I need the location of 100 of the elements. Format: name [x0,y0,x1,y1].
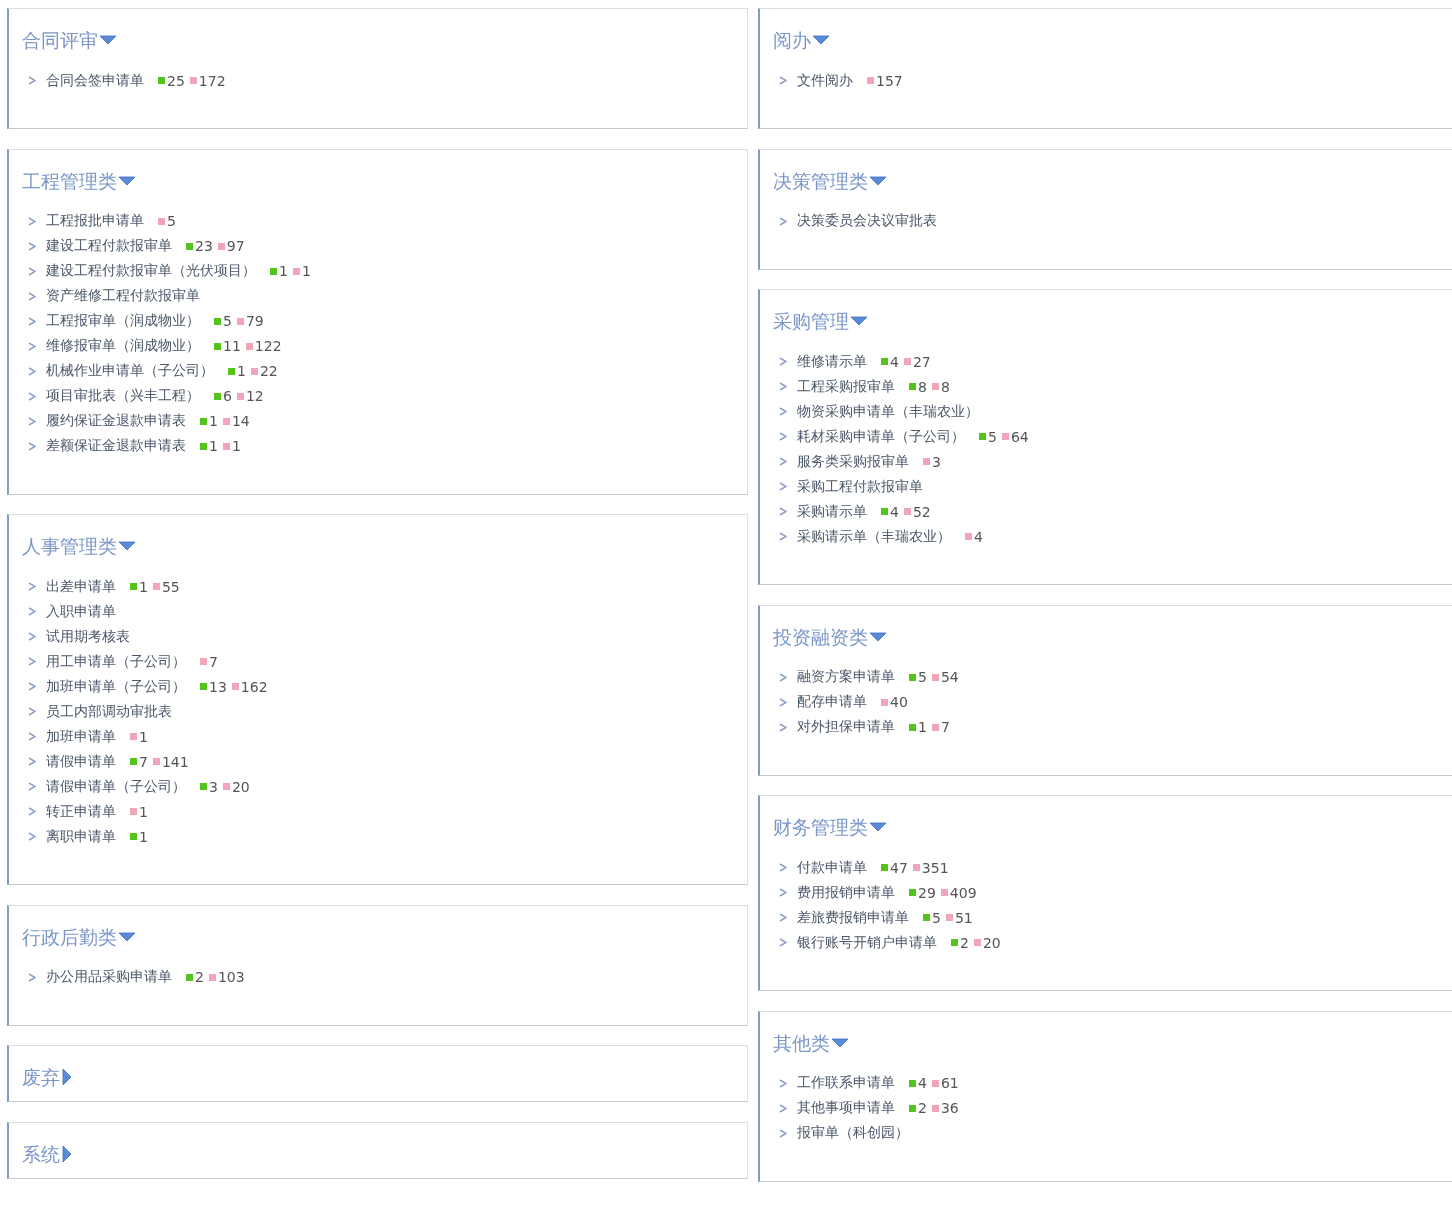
form-link[interactable]: 办公用品采购申请单 [46,968,172,986]
caret-right-icon[interactable] [62,1069,72,1085]
count-number: 12 [245,388,264,404]
chevron-right-icon [28,632,36,641]
chevron-right-icon [28,216,36,226]
count-number: 47 [890,859,908,876]
form-link[interactable]: 工程采购报审单 [797,377,895,396]
form-link[interactable]: 付款申请单 [797,858,867,877]
form-link[interactable]: 银行账号开销户申请单 [797,933,937,952]
caret-down-icon[interactable] [100,35,116,45]
form-link[interactable]: 员工内部调动审批表 [46,702,172,721]
form-link[interactable]: 采购请示单（丰瑞农业） [797,527,951,546]
count-number: 27 [912,353,931,370]
count-number: 2 [195,969,204,985]
form-link[interactable]: 服务类采购报审单 [797,452,909,471]
form-link[interactable]: 资产维修工程付款报审单 [46,287,200,305]
form-link[interactable]: 建设工程付款报审单 [46,237,172,255]
chevron-right-icon [779,938,787,947]
form-link[interactable]: 报审单（科创园） [797,1124,909,1142]
caret-down-icon[interactable] [119,175,135,186]
chevron-right-icon [28,441,36,451]
chevron-right-icon [28,416,36,426]
chevron-right-icon [28,832,36,841]
count-number: 52 [912,503,931,520]
count-number: 40 [890,694,908,710]
chevron-right-icon [28,682,36,691]
chevron-right-icon [28,582,36,591]
caret-right-icon[interactable] [62,1145,72,1162]
form-link[interactable]: 离职申请单 [46,827,116,846]
form-link[interactable]: 维修请示单 [797,352,867,371]
count-number: 4 [890,503,899,520]
count-number: 172 [198,72,226,89]
form-link[interactable]: 决策委员会决议审批表 [797,212,937,230]
count-number: 351 [921,859,949,876]
caret-down-icon[interactable] [119,541,135,551]
form-link[interactable]: 加班申请单 [46,727,116,746]
caret-down-icon[interactable] [119,931,135,942]
chevron-right-icon [779,357,787,366]
form-link[interactable]: 文件阅办 [797,71,853,90]
form-link[interactable]: 耗材采购申请单（子公司） [797,427,965,446]
count-number: 1 [918,719,927,735]
form-link[interactable]: 差额保证金退款申请表 [46,437,186,455]
form-link[interactable]: 对外担保申请单 [797,718,895,736]
count-number: 23 [195,238,213,254]
chevron-right-icon [28,291,36,301]
caret-down-icon[interactable] [870,631,886,642]
form-link[interactable]: 出差申请单 [46,577,116,596]
caret-down-icon[interactable] [851,316,867,326]
form-link[interactable]: 转正申请单 [46,802,116,821]
form-link[interactable]: 工程报批申请单 [46,212,144,230]
form-link[interactable]: 其他事项申请单 [797,1099,895,1117]
form-link[interactable]: 费用报销申请单 [797,883,895,902]
chevron-right-icon [779,672,787,682]
count-number: 2 [960,934,969,951]
count-number: 25 [167,72,185,89]
chevron-right-icon [779,482,787,491]
count-number: 29 [918,884,936,901]
form-link[interactable]: 建设工程付款报审单（光伏项目） [46,262,256,280]
form-link[interactable]: 维修报审单（润成物业） [46,337,200,355]
chevron-right-icon [779,76,787,85]
chevron-right-icon [779,1103,787,1113]
form-link[interactable]: 入职申请单 [46,602,116,621]
form-link[interactable]: 合同会签申请单 [46,71,144,90]
caret-down-icon[interactable] [870,822,886,832]
form-link[interactable]: 试用期考核表 [46,627,130,646]
form-link[interactable]: 履约保证金退款申请表 [46,412,186,430]
count-number: 1 [209,413,218,429]
form-link[interactable]: 机械作业申请单（子公司） [46,362,214,380]
form-link[interactable]: 请假申请单 [46,752,116,771]
form-link[interactable]: 项目审批表（兴丰工程） [46,387,200,405]
count-number: 141 [161,753,189,770]
chevron-right-icon [779,722,787,732]
form-link[interactable]: 采购请示单 [797,502,867,521]
form-link[interactable]: 工作联系申请单 [797,1074,895,1092]
form-link[interactable]: 加班申请单（子公司） [46,677,186,696]
chevron-right-icon [28,241,36,251]
caret-down-icon[interactable] [813,35,829,45]
count-number: 5 [988,428,997,445]
form-link[interactable]: 物资采购申请单（丰瑞农业） [797,402,979,421]
chevron-right-icon [28,391,36,401]
count-number: 1 [139,803,148,820]
count-number: 7 [139,753,148,770]
form-link[interactable]: 融资方案申请单 [797,668,895,686]
caret-down-icon[interactable] [832,1037,848,1048]
count-number: 61 [940,1075,959,1091]
chevron-right-icon [779,1078,787,1088]
count-number: 1 [139,828,148,845]
count-number: 6 [223,388,232,404]
form-link[interactable]: 采购工程付款报审单 [797,477,923,496]
chevron-right-icon [779,216,787,226]
chevron-right-icon [779,863,787,872]
count-number: 5 [223,313,232,329]
caret-down-icon[interactable] [870,175,886,186]
form-link[interactable]: 请假申请单（子公司） [46,777,186,796]
form-link[interactable]: 用工申请单（子公司） [46,652,186,671]
form-link[interactable]: 配存申请单 [797,693,867,711]
count-number: 20 [231,778,250,795]
chevron-right-icon [28,316,36,326]
form-link[interactable]: 工程报审单（润成物业） [46,312,200,330]
form-link[interactable]: 差旅费报销申请单 [797,908,909,927]
